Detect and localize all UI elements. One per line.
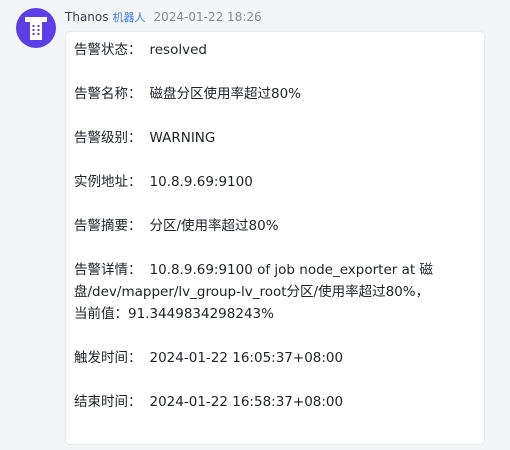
alert-field-start-time: 触发时间： 2024-01-22 16:05:37+08:00 <box>74 347 434 369</box>
message-timestamp: 2024-01-22 18:26 <box>153 10 262 24</box>
field-label: 触发时间： <box>74 350 142 366</box>
alert-field-instance: 实例地址： 10.8.9.69:9100 <box>74 171 434 193</box>
field-label: 告警级别： <box>74 130 142 146</box>
alert-field-level: 告警级别： WARNING <box>74 127 434 149</box>
field-value: 分区/使用率超过80% <box>149 218 279 234</box>
bot-tag: 机器人 <box>112 11 146 24</box>
alert-message-card: 告警状态： resolved 告警名称： 磁盘分区使用率超过80% 告警级别： WAR… <box>66 32 484 444</box>
bot-avatar[interactable] <box>16 8 56 48</box>
alert-field-summary: 告警摘要： 分区/使用率超过80% <box>74 215 434 237</box>
field-value: resolved <box>149 42 207 58</box>
field-label: 结束时间： <box>74 394 142 410</box>
message-header: Thanos 机器人 2024-01-22 18:26 <box>65 9 262 25</box>
alert-field-status: 告警状态： resolved <box>74 39 434 61</box>
thanos-logo-icon <box>25 17 47 40</box>
field-label: 实例地址： <box>74 174 142 190</box>
field-label: 告警名称： <box>74 86 142 102</box>
field-value: WARNING <box>149 130 216 146</box>
field-label: 告警摘要： <box>74 218 142 234</box>
field-value: 2024-01-22 16:58:37+08:00 <box>149 394 344 410</box>
field-value: 2024-01-22 16:05:37+08:00 <box>149 350 344 366</box>
field-value: 磁盘分区使用率超过80% <box>149 86 302 102</box>
alert-field-detail: 告警详情： 10.8.9.69:9100 of job node_exporter… <box>74 259 434 325</box>
field-label: 告警详情： <box>74 262 142 278</box>
alert-field-name: 告警名称： 磁盘分区使用率超过80% <box>74 83 434 105</box>
field-value: 10.8.9.69:9100 <box>149 174 253 190</box>
sender-name[interactable]: Thanos <box>65 10 109 24</box>
alert-field-end-time: 结束时间： 2024-01-22 16:58:37+08:00 <box>74 391 434 413</box>
field-label: 告警状态： <box>74 42 142 58</box>
